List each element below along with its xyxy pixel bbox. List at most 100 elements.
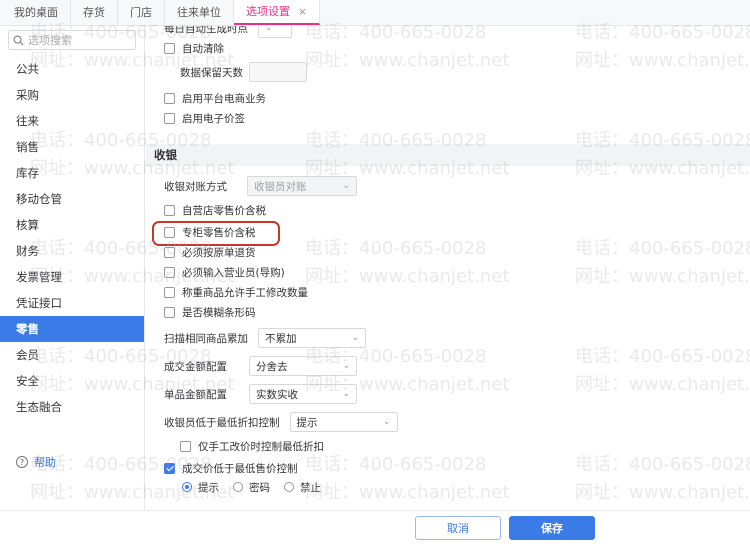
option-daily-time: 每日自动生成时点 ⌄ bbox=[164, 26, 292, 38]
sidebar-item[interactable]: 库存 bbox=[0, 160, 144, 186]
save-button[interactable]: 保存 bbox=[509, 516, 595, 540]
time-select[interactable]: ⌄ bbox=[258, 26, 292, 38]
tab-store[interactable]: 门店 bbox=[118, 0, 165, 25]
option-return-by-bill[interactable]: 必须按原单退货 bbox=[164, 244, 256, 260]
checkbox-checked[interactable] bbox=[164, 462, 175, 474]
option-label: 自动清除 bbox=[182, 42, 224, 55]
option-fuzzy-barcode[interactable]: 是否模糊条形码 bbox=[164, 304, 256, 320]
option-label: 必须按原单退货 bbox=[182, 246, 256, 259]
tab-partners[interactable]: 往来单位 bbox=[165, 0, 234, 25]
unit-amount-select[interactable]: 实数实收 ⌄ bbox=[249, 384, 357, 404]
amount-select[interactable]: 分舍去 ⌄ bbox=[249, 356, 357, 376]
sidebar-item[interactable]: 发票管理 bbox=[0, 264, 144, 290]
option-unit-amount-config: 单品金额配置 实数实收 ⌄ bbox=[164, 384, 357, 404]
chevron-down-icon: ⌄ bbox=[265, 26, 273, 33]
checkbox[interactable] bbox=[164, 112, 175, 124]
discount-select[interactable]: 提示 ⌄ bbox=[289, 412, 398, 432]
sidebar-item[interactable]: 采购 bbox=[0, 82, 144, 108]
scan-select[interactable]: 不累加 ⌄ bbox=[258, 328, 366, 348]
chevron-down-icon: ⌄ bbox=[342, 361, 350, 371]
radio-label: 密码 bbox=[249, 481, 270, 494]
tab-label: 我的桌面 bbox=[14, 6, 58, 19]
select-value: 实数实收 bbox=[256, 388, 298, 401]
field-label: 数据保留天数 bbox=[180, 66, 243, 79]
help-icon: ? bbox=[16, 456, 28, 468]
cancel-button[interactable]: 取消 bbox=[415, 516, 501, 540]
tab-label: 选项设置 bbox=[246, 5, 290, 18]
field-label: 扫描相同商品累加 bbox=[164, 332, 248, 345]
radio-prompt[interactable]: 提示 bbox=[182, 480, 219, 495]
checkbox[interactable] bbox=[164, 286, 175, 298]
option-weigh-manual-qty[interactable]: 称重商品允许手工修改数量 bbox=[164, 284, 308, 300]
sidebar-item[interactable]: 安全 bbox=[0, 368, 144, 394]
sidebar-item[interactable]: 销售 bbox=[0, 134, 144, 160]
radio-icon bbox=[233, 482, 243, 492]
option-label: 成交价低于最低售价控制 bbox=[182, 462, 298, 475]
field-label: 收银员低于最低折扣控制 bbox=[164, 416, 280, 429]
select-value: 不累加 bbox=[265, 332, 297, 345]
radio-icon bbox=[284, 482, 294, 492]
tab-my-desktop[interactable]: 我的桌面 bbox=[0, 0, 71, 25]
help-label: 帮助 bbox=[34, 456, 56, 469]
option-retention-days: 数据保留天数 bbox=[180, 62, 307, 82]
sidebar-item[interactable]: 凭证接口 bbox=[0, 290, 144, 316]
radio-password[interactable]: 密码 bbox=[233, 480, 270, 495]
option-auto-clear[interactable]: 自动清除 bbox=[164, 40, 224, 56]
highlight-box bbox=[152, 221, 280, 246]
section-cashier: 收银 bbox=[146, 144, 750, 166]
checkbox[interactable] bbox=[164, 266, 175, 278]
select-value: 收银员对账 bbox=[254, 180, 307, 193]
close-icon[interactable]: × bbox=[298, 5, 307, 18]
tab-option-settings[interactable]: 选项设置 × bbox=[234, 0, 321, 25]
option-reconcile-method: 收银对账方式 收银员对账 ⌄ bbox=[164, 176, 357, 196]
option-label: 是否模糊条形码 bbox=[182, 306, 256, 319]
checkbox[interactable] bbox=[164, 204, 175, 216]
select-value: 分舍去 bbox=[256, 360, 288, 373]
retention-days-input[interactable] bbox=[249, 62, 307, 82]
select-value: 提示 bbox=[296, 416, 318, 429]
sidebar-item[interactable]: 生态融合 bbox=[0, 394, 144, 420]
checkbox[interactable] bbox=[164, 246, 175, 258]
checkbox[interactable] bbox=[164, 306, 175, 318]
dialog-footer: 取消 保存 bbox=[0, 510, 750, 550]
search-icon bbox=[13, 35, 24, 46]
field-label: 收银对账方式 bbox=[164, 180, 227, 193]
sidebar-item[interactable]: 往来 bbox=[0, 108, 144, 134]
sidebar-item[interactable]: 会员 bbox=[0, 342, 144, 368]
chevron-down-icon: ⌄ bbox=[382, 417, 391, 427]
field-label: 成交金额配置 bbox=[164, 360, 227, 373]
sidebar-item[interactable]: 核算 bbox=[0, 212, 144, 238]
option-label: 启用电子价签 bbox=[182, 112, 245, 125]
sidebar-nav: 公共 采购 往来 销售 库存 移动仓管 核算 财务 发票管理 凭证接口 零售 会员 安全 生态融合 bbox=[0, 56, 144, 420]
option-label: 称重商品允许手工修改数量 bbox=[182, 286, 308, 299]
radio-label: 禁止 bbox=[300, 481, 321, 494]
radio-forbid[interactable]: 禁止 bbox=[284, 480, 321, 495]
help-link[interactable]: ? 帮助 bbox=[16, 454, 56, 470]
sidebar-item[interactable]: 公共 bbox=[0, 56, 144, 82]
option-platform-ecommerce[interactable]: 启用平台电商业务 bbox=[164, 90, 266, 106]
sidebar-item[interactable]: 零售 bbox=[0, 316, 144, 342]
option-label: 启用平台电商业务 bbox=[182, 92, 266, 105]
chevron-down-icon: ⌄ bbox=[342, 389, 350, 399]
option-label: 自营店零售价含税 bbox=[182, 204, 266, 217]
checkbox[interactable] bbox=[164, 42, 175, 54]
option-self-store-tax[interactable]: 自营店零售价含税 bbox=[164, 202, 266, 218]
sidebar-item[interactable]: 移动仓管 bbox=[0, 186, 144, 212]
option-manual-price-only[interactable]: 仅手工改价时控制最低折扣 bbox=[180, 438, 324, 454]
checkbox[interactable] bbox=[164, 92, 175, 104]
option-label: 仅手工改价时控制最低折扣 bbox=[198, 440, 324, 453]
option-input-salesman[interactable]: 必须输入营业员(导购) bbox=[164, 264, 285, 280]
option-e-price-tag[interactable]: 启用电子价签 bbox=[164, 110, 245, 126]
option-label: 必须输入营业员(导购) bbox=[182, 266, 285, 279]
tab-label: 门店 bbox=[130, 6, 152, 19]
search-input[interactable] bbox=[28, 33, 128, 47]
sidebar-item[interactable]: 财务 bbox=[0, 238, 144, 264]
tab-inventory[interactable]: 存货 bbox=[71, 0, 118, 25]
sidebar: 公共采购往来销售库存移动仓管核算财务发票管理凭证接口零售会员安全生态融合 ? 帮… bbox=[0, 26, 145, 510]
checkbox[interactable] bbox=[180, 440, 191, 452]
reconcile-select: 收银员对账 ⌄ bbox=[247, 176, 357, 196]
chevron-down-icon: ⌄ bbox=[351, 333, 359, 343]
option-below-min-price[interactable]: 成交价低于最低售价控制 bbox=[164, 460, 298, 476]
search-box bbox=[8, 30, 136, 50]
radio-selected-icon bbox=[182, 482, 192, 492]
